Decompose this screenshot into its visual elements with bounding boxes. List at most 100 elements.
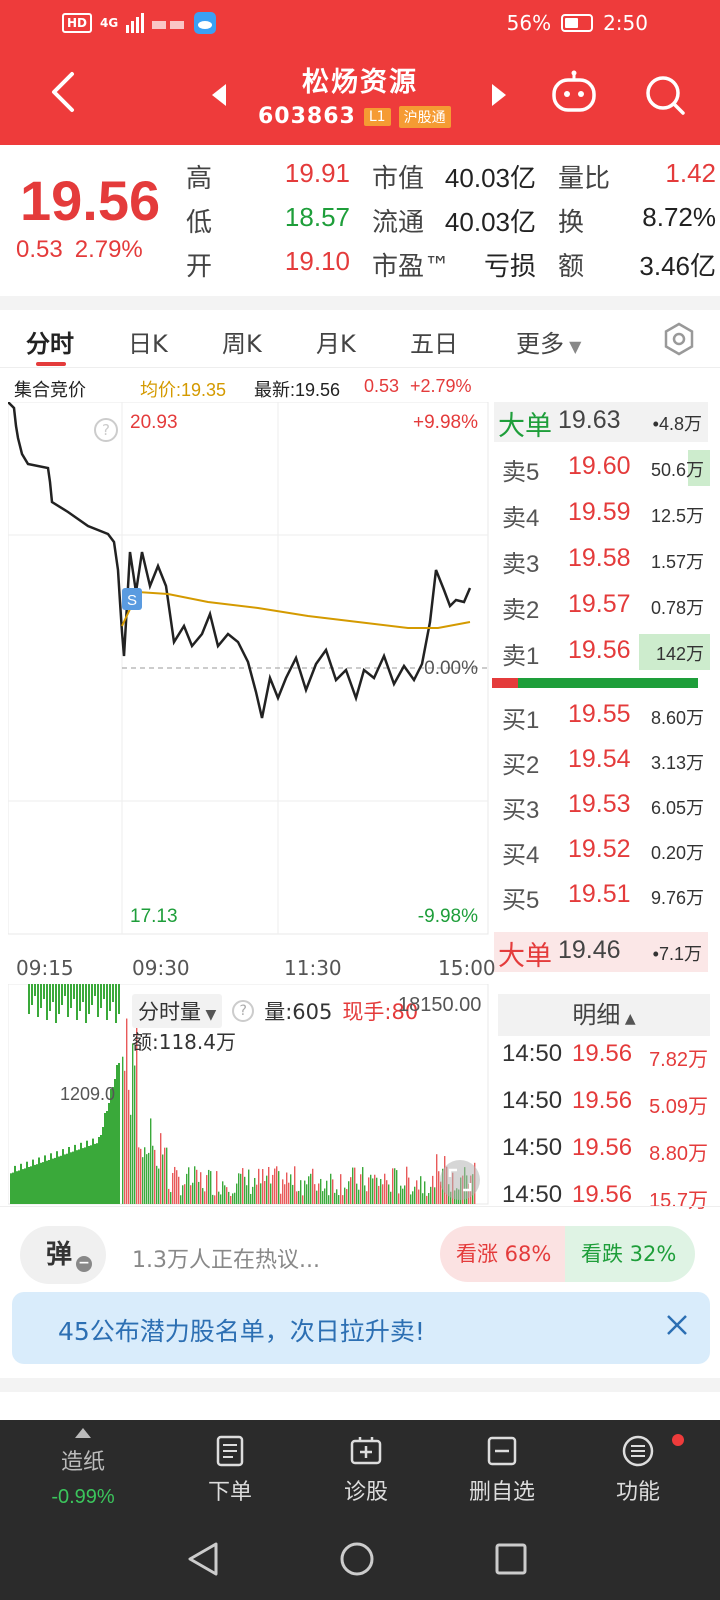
signal-label: 4G [100, 16, 119, 30]
bid-row[interactable]: 买1 19.55 8.60万 [490, 696, 712, 740]
diagnose-button[interactable]: 诊股 [316, 1434, 416, 1506]
volume-bar [200, 1172, 202, 1204]
volume-bar [238, 1173, 240, 1204]
volume-bar [408, 1177, 410, 1204]
order-form-icon [216, 1435, 244, 1467]
volume-bar [310, 1173, 312, 1204]
help-icon[interactable]: ? [232, 1000, 255, 1022]
remove-watchlist-button[interactable]: 删自选 [452, 1434, 552, 1506]
system-nav-bar [0, 1520, 720, 1600]
chevron-down-icon: ▼ [564, 337, 582, 356]
trade-volume: 7.82万 [649, 1049, 708, 1071]
volume-bar [296, 1191, 298, 1204]
tab-five-day[interactable]: 五日 [410, 324, 458, 359]
discussion-count[interactable]: 1.3万人正在热议... [132, 1242, 320, 1274]
volume-bar [72, 1151, 74, 1204]
nav-home-icon[interactable] [338, 1540, 376, 1578]
big-order-top[interactable]: 大单 19.63 •4.8万 [494, 402, 708, 442]
volume-bar [242, 1168, 244, 1204]
diagnose-label: 诊股 [343, 1480, 388, 1505]
volume-bar [86, 1140, 88, 1204]
order-button[interactable]: 下单 [180, 1434, 280, 1506]
volume-bar [318, 1183, 320, 1204]
change-percent: 2.79% [74, 236, 143, 263]
bid-row[interactable]: 买2 19.54 3.13万 [490, 741, 712, 785]
bid-row[interactable]: 买3 19.53 6.05万 [490, 786, 712, 830]
volume-bar [276, 1166, 278, 1204]
section-separator [0, 296, 720, 310]
volume-bar [286, 1172, 288, 1204]
volume-bar [184, 1184, 186, 1204]
close-icon[interactable] [664, 1312, 690, 1338]
nav-back-icon[interactable] [186, 1540, 220, 1578]
ask-price: 19.60 [568, 452, 631, 480]
tab-monthly-k[interactable]: 月K [316, 324, 356, 359]
ask-row[interactable]: 卖2 19.57 0.78万 [490, 586, 712, 630]
bid-row[interactable]: 买4 19.52 0.20万 [490, 831, 712, 875]
chevron-up-icon: ▲ [620, 1011, 636, 1027]
volume-bar [322, 1191, 324, 1204]
turnover-label: 换 [558, 208, 585, 238]
volume-bar [79, 984, 81, 1011]
volume-bar [388, 1184, 390, 1204]
volume-bar [348, 1181, 350, 1204]
tab-weekly-k[interactable]: 周K [222, 324, 262, 359]
big-order-bottom[interactable]: 大单 19.46 •7.1万 [494, 932, 708, 972]
sector-button[interactable]: 造纸 -0.99% [38, 1428, 128, 1509]
volume-bar [38, 1157, 40, 1204]
volume-bar [342, 1195, 344, 1204]
tab-more[interactable]: 更多 ▼ [516, 324, 581, 359]
nav-recents-icon[interactable] [494, 1542, 528, 1576]
search-icon[interactable] [644, 74, 686, 116]
bearish-vote-button[interactable]: 看跌 32% [565, 1226, 695, 1282]
chart-top-percent: +9.98% [413, 412, 478, 433]
promo-banner[interactable]: 45公布潜力股名单，次日拉升卖! [12, 1292, 710, 1364]
function-label: 功能 [615, 1480, 660, 1505]
robot-assistant-icon[interactable] [550, 70, 598, 114]
ask-row[interactable]: 卖1 19.56 142万 [490, 632, 712, 676]
bullish-vote-button[interactable]: 看涨 68% [440, 1226, 565, 1282]
intraday-price-chart[interactable]: 20.93 +9.98% 0.00% 17.13 -9.98% S ? [7, 401, 490, 952]
bid-row[interactable]: 买5 19.51 9.76万 [490, 876, 712, 920]
tab-intraday[interactable]: 分时 [26, 324, 74, 359]
tab-daily-k[interactable]: 日K [128, 324, 168, 359]
ask-row[interactable]: 卖4 19.59 12.5万 [490, 494, 712, 538]
ask-price: 19.58 [568, 544, 631, 572]
ask-row[interactable]: 卖5 19.60 50.6万 [490, 448, 712, 492]
volume-bar [376, 1177, 378, 1204]
open-label: 开 [186, 252, 213, 282]
danmaku-button[interactable]: 弹 − [20, 1226, 106, 1284]
volume-bar [134, 1065, 136, 1204]
volume-bar [118, 984, 120, 1014]
volume-bar [298, 1190, 300, 1204]
trade-volume: 15.7万 [649, 1190, 708, 1212]
help-icon[interactable]: ? [94, 418, 118, 442]
volume-bar [280, 1193, 282, 1204]
chevron-up-icon [75, 1428, 91, 1438]
settings-hexagon-icon[interactable] [662, 322, 696, 356]
ask-label: 卖2 [502, 597, 540, 624]
ask-label: 卖3 [502, 551, 540, 578]
volume-bar [332, 1179, 334, 1204]
function-button[interactable]: 功能 [588, 1434, 688, 1506]
volume-bar [210, 1171, 212, 1204]
mcap-label: 市值 [372, 164, 425, 194]
volume-bar [76, 984, 78, 1020]
detail-header[interactable]: 明细 ▲ [498, 994, 710, 1036]
volume-bar [282, 1179, 284, 1204]
volume-bar [84, 1147, 86, 1204]
volume-bar [94, 1143, 96, 1204]
volume-bar [90, 1145, 92, 1204]
volume-bar [308, 1176, 310, 1204]
volume-bar [312, 1168, 314, 1204]
fullscreen-expand-icon[interactable] [440, 1160, 480, 1200]
volume-bar [88, 984, 90, 1014]
volume-bar [40, 984, 42, 1008]
volume-bar [270, 1183, 272, 1204]
volume-bar [366, 1191, 368, 1204]
next-stock-button[interactable] [492, 84, 506, 106]
volume-bar [398, 1193, 400, 1204]
volume-bar [74, 1144, 76, 1204]
volume-indicator-select[interactable]: 分时量 ▼ [132, 994, 223, 1028]
ask-row[interactable]: 卖3 19.58 1.57万 [490, 540, 712, 584]
